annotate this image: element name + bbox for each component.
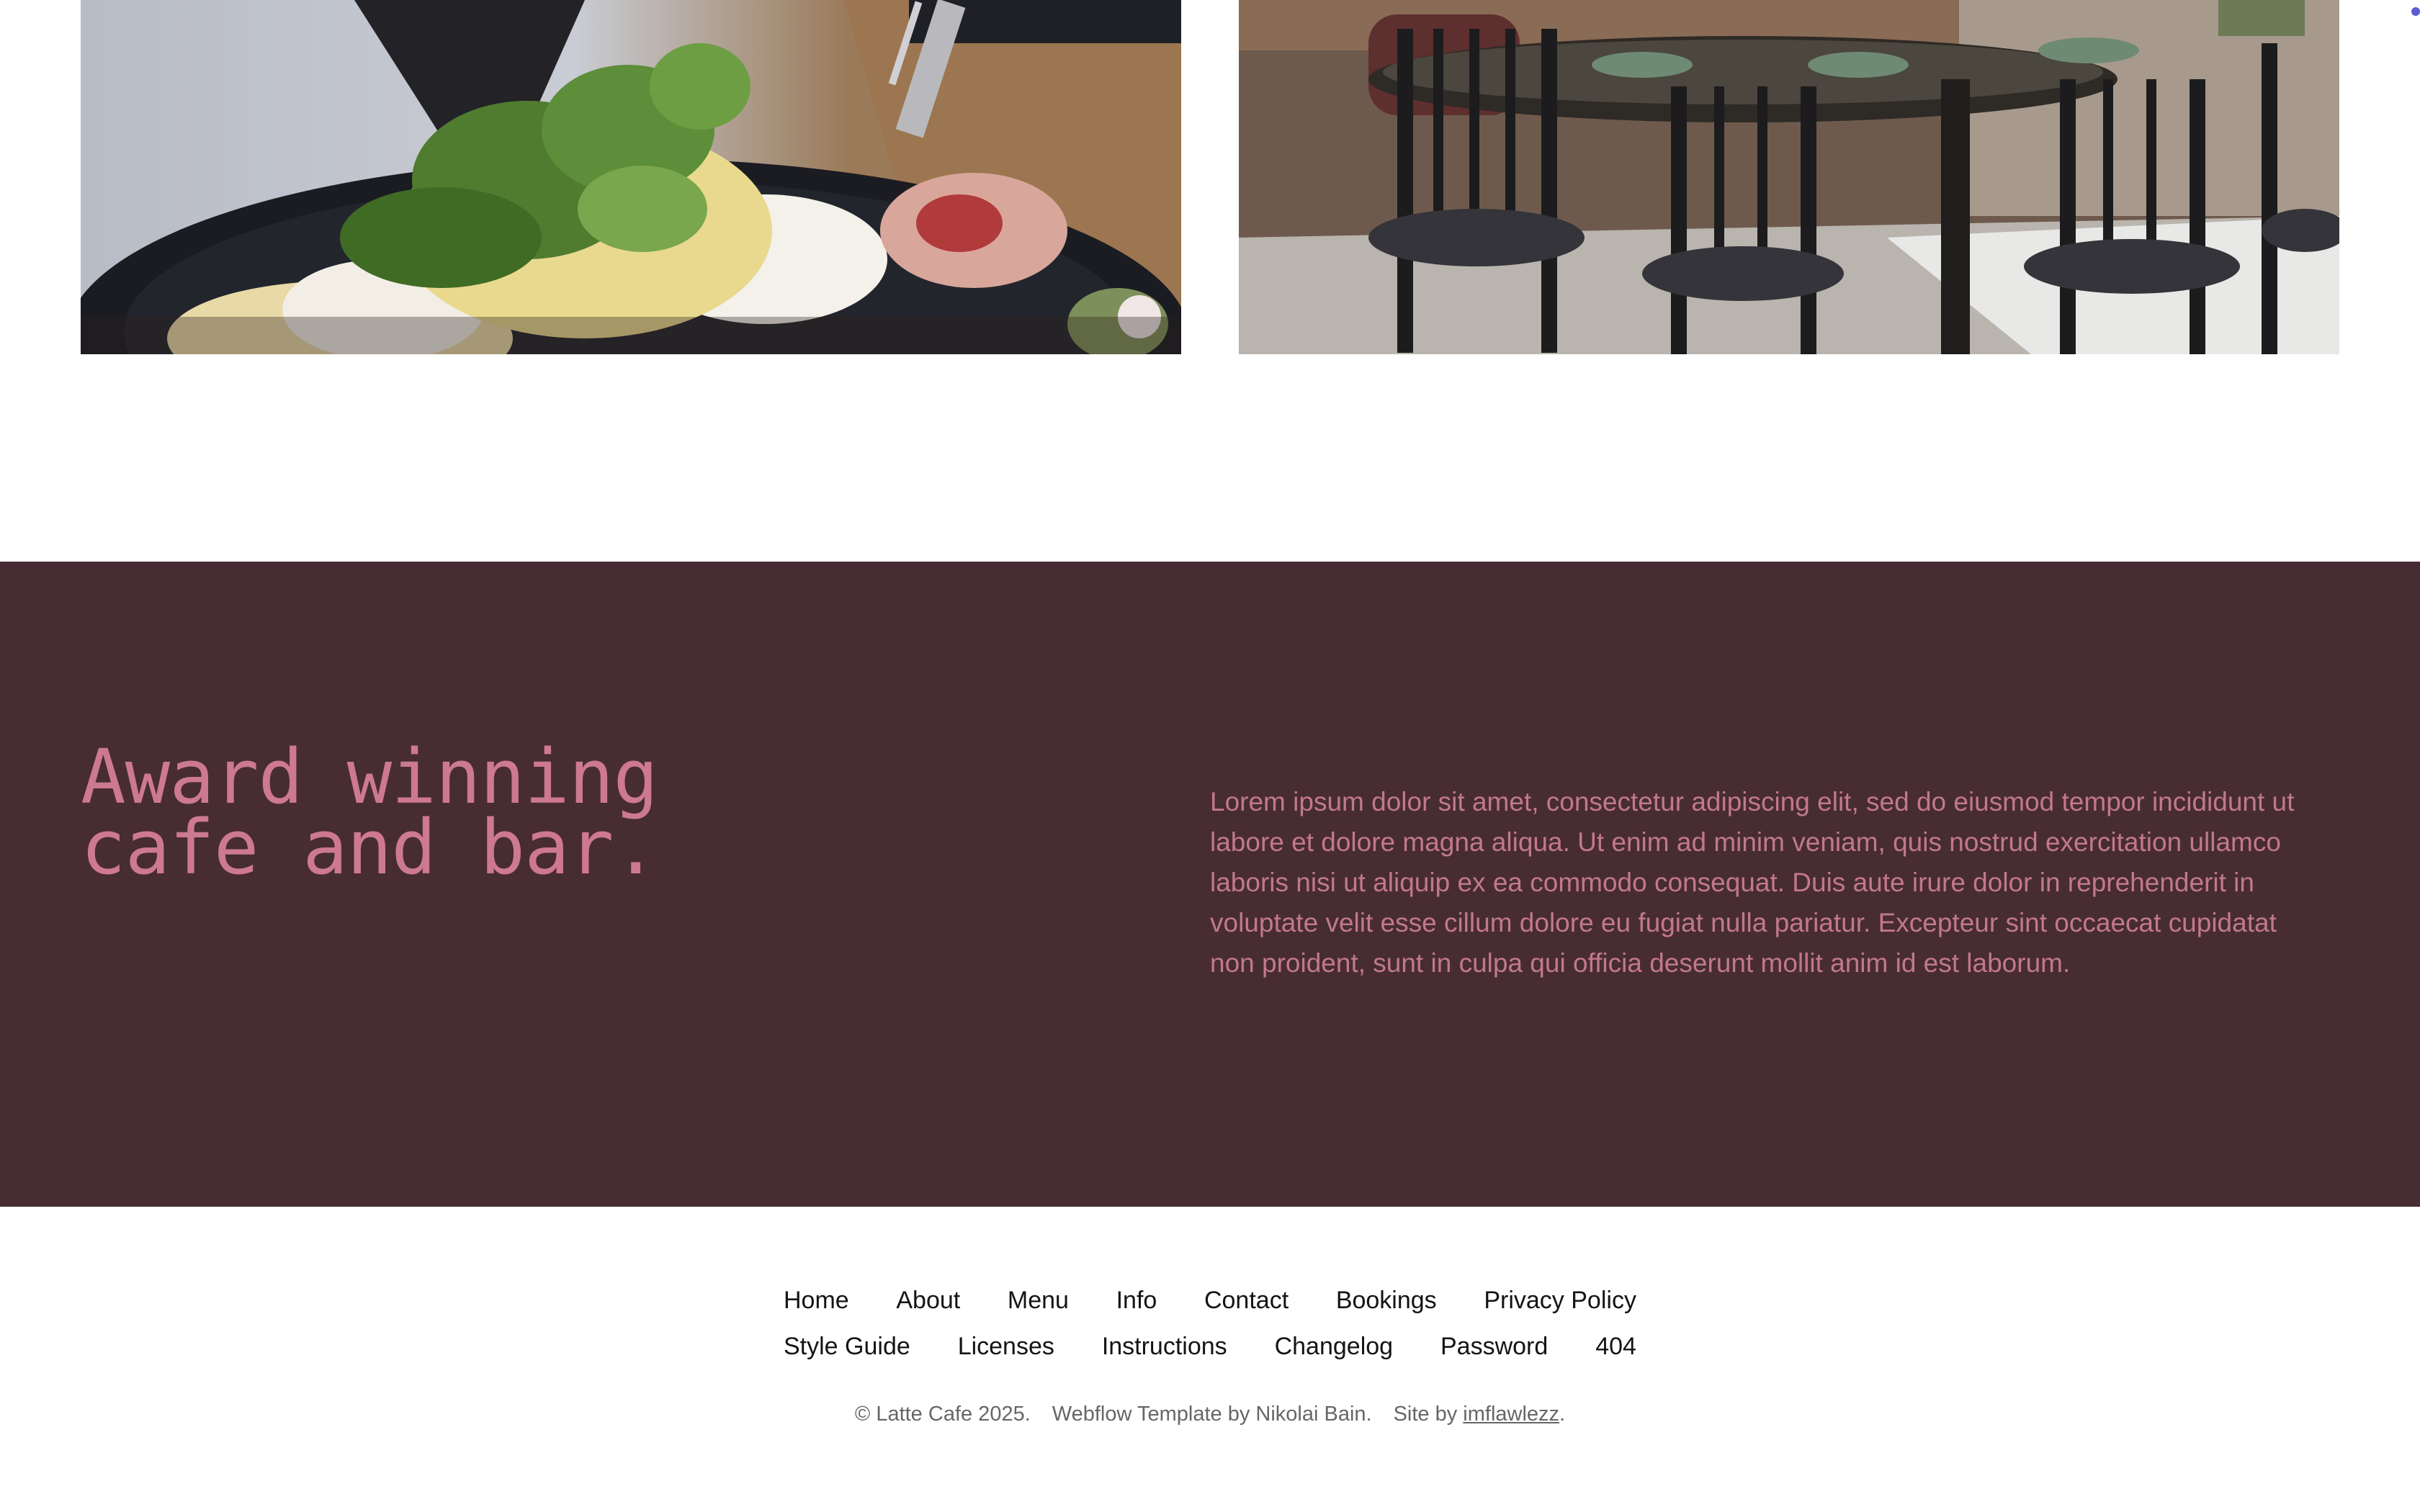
footer-link-404[interactable]: 404 <box>1595 1332 1636 1361</box>
footer-link-changelog[interactable]: Changelog <box>1275 1332 1393 1361</box>
dining-room-photo <box>1239 0 2339 354</box>
site-by-suffix: . <box>1559 1403 1566 1426</box>
footer-nav-secondary: Style Guide Licenses Instructions Change… <box>784 1332 1636 1361</box>
footer-link-licenses[interactable]: Licenses <box>958 1332 1054 1361</box>
footer-link-info[interactable]: Info <box>1116 1286 1157 1315</box>
dining-room-illustration <box>1239 0 2339 354</box>
site-by-link[interactable]: imflawlezz <box>1463 1403 1559 1426</box>
site-by-prefix: Site by <box>1393 1403 1464 1426</box>
footer-link-home[interactable]: Home <box>784 1286 849 1315</box>
footer-link-privacy-policy[interactable]: Privacy Policy <box>1484 1286 1636 1315</box>
footer-link-about[interactable]: About <box>896 1286 960 1315</box>
copyright-text: © Latte Cafe 2025. <box>854 1403 1031 1426</box>
footer-link-contact[interactable]: Contact <box>1204 1286 1289 1315</box>
scroll-indicator-dot <box>2411 7 2420 16</box>
footer-link-bookings[interactable]: Bookings <box>1336 1286 1437 1315</box>
about-paragraph: Lorem ipsum dolor sit amet, consectetur … <box>1210 787 2295 978</box>
page: Award winning cafe and bar. Lorem ipsum … <box>0 0 2420 1512</box>
footer-link-instructions[interactable]: Instructions <box>1102 1332 1227 1361</box>
eggs-benedict-illustration <box>81 0 1181 354</box>
eggs-benedict-photo <box>81 0 1181 354</box>
about-heading: Award winning cafe and bar. <box>81 733 658 891</box>
footer-link-password[interactable]: Password <box>1440 1332 1548 1361</box>
footer-credits: © Latte Cafe 2025. Webflow Template by Ni… <box>0 1401 2420 1427</box>
footer: Home About Menu Info Contact Bookings Pr… <box>0 1207 2420 1512</box>
footer-nav-primary: Home About Menu Info Contact Bookings Pr… <box>784 1286 1636 1315</box>
template-credit-text: Webflow Template by Nikolai Bain. <box>1052 1403 1372 1426</box>
footer-link-menu[interactable]: Menu <box>1008 1286 1069 1315</box>
about-section: Award winning cafe and bar. Lorem ipsum … <box>0 562 2420 1207</box>
footer-link-style-guide[interactable]: Style Guide <box>784 1332 910 1361</box>
